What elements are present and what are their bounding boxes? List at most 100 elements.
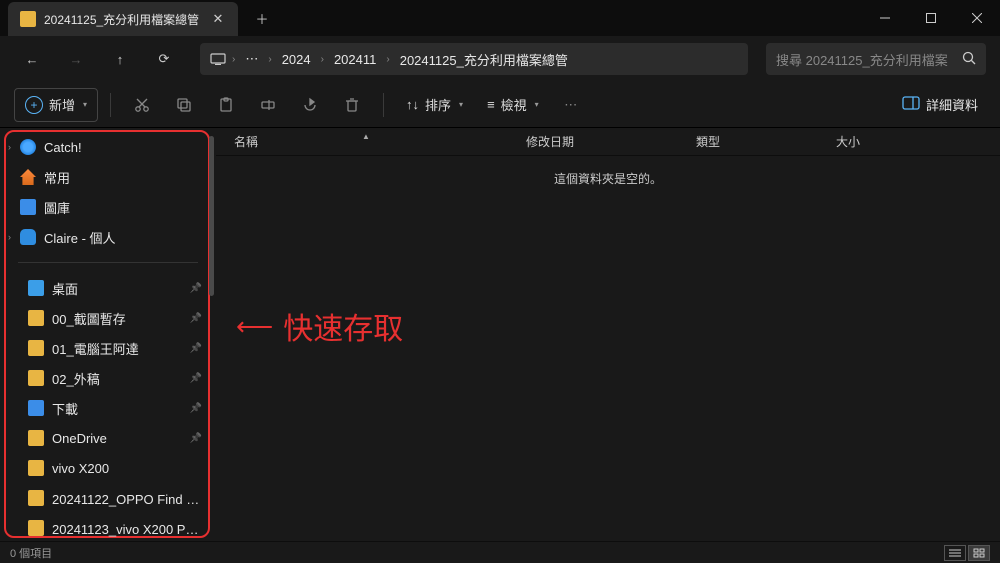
folder-icon [28, 520, 44, 536]
sidebar-item-label: 桌面 [52, 279, 182, 298]
sidebar-item[interactable]: vivo X200 [6, 453, 210, 483]
sort-label: 排序 [425, 95, 451, 114]
cut-icon[interactable] [123, 88, 161, 122]
view-icons-toggle[interactable] [968, 545, 990, 561]
chevron-right-icon: › [8, 142, 11, 152]
folder-icon [28, 310, 44, 326]
chevron-right-icon: › [8, 232, 11, 242]
plus-icon: + [25, 96, 43, 114]
details-label: 詳細資料 [926, 95, 978, 114]
gallery-icon [20, 199, 36, 215]
sidebar-item[interactable]: 常用 [6, 162, 210, 192]
close-tab-icon[interactable]: ✕ [210, 11, 226, 27]
maximize-button[interactable] [908, 0, 954, 36]
copy-icon[interactable] [165, 88, 203, 122]
sidebar-item-label: 圖庫 [44, 198, 202, 217]
sidebar-item-label: OneDrive [52, 431, 182, 446]
details-button[interactable]: 詳細資料 [894, 88, 986, 122]
new-tab-button[interactable]: ＋ [246, 2, 278, 34]
view-button[interactable]: ≡ 檢視 ▾ [477, 88, 549, 122]
chevron-right-icon: › [226, 54, 241, 65]
delete-icon[interactable] [333, 88, 371, 122]
close-button[interactable] [954, 0, 1000, 36]
sidebar: ›Catch!常用圖庫›Claire - 個人 桌面📌00_截圖暫存📌01_電腦… [0, 128, 216, 541]
breadcrumb-seg[interactable]: 2024 [278, 52, 315, 67]
view-icon: ≡ [487, 97, 495, 112]
details-pane-icon [902, 96, 920, 113]
sidebar-item-label: 常用 [44, 168, 202, 187]
desktop-icon [28, 280, 44, 296]
folder-icon [28, 370, 44, 386]
column-date[interactable]: 修改日期 [516, 133, 686, 150]
breadcrumb-more[interactable]: ⋯ [241, 51, 262, 67]
sort-asc-icon: ▲ [362, 132, 370, 141]
folder-icon [28, 460, 44, 476]
down-icon [28, 400, 44, 416]
sidebar-item-label: 00_截圖暫存 [52, 309, 182, 328]
search-input[interactable]: 搜尋 20241125_充分利用檔案 [766, 43, 986, 75]
pc-icon[interactable] [210, 53, 226, 65]
divider [383, 93, 384, 117]
refresh-button[interactable]: ⟳ [146, 41, 182, 77]
sidebar-item[interactable]: 20241123_vivo X200 Pro 長 [6, 513, 210, 541]
chevron-down-icon: ▾ [535, 100, 539, 109]
chevron-down-icon: ▾ [459, 100, 463, 109]
pin-icon: 📌 [190, 373, 202, 384]
pin-icon: 📌 [190, 403, 202, 414]
breadcrumb-seg[interactable]: 20241125_充分利用檔案總管 [396, 50, 572, 69]
sort-button[interactable]: ↑↓ 排序 ▾ [396, 88, 473, 122]
column-name[interactable]: ▲ 名稱 [216, 133, 516, 150]
sidebar-item-label: 20241122_OPPO Find X8 系 [52, 489, 202, 508]
catch-icon [20, 139, 36, 155]
folder-icon [28, 430, 44, 446]
sidebar-item[interactable]: 02_外稿 📌 [6, 363, 210, 393]
column-size[interactable]: 大小 [826, 133, 926, 150]
sidebar-item[interactable]: 20241122_OPPO Find X8 系 [6, 483, 210, 513]
arrow-left-icon: ⟵ [236, 311, 273, 342]
forward-button[interactable]: → [58, 41, 94, 77]
back-button[interactable]: ← [14, 41, 50, 77]
minimize-button[interactable] [862, 0, 908, 36]
share-icon[interactable] [291, 88, 329, 122]
divider [110, 93, 111, 117]
up-button[interactable]: ↑ [102, 41, 138, 77]
view-details-toggle[interactable] [944, 545, 966, 561]
breadcrumb[interactable]: › ⋯ › 2024 › 202411 › 20241125_充分利用檔案總管 [200, 43, 748, 75]
new-label: 新增 [49, 95, 75, 114]
tab-title: 20241125_充分利用檔案總管 [44, 11, 210, 28]
sidebar-item[interactable]: 下載 📌 [6, 393, 210, 423]
divider [18, 262, 198, 263]
sidebar-item-label: 01_電腦王阿達 [52, 339, 182, 358]
view-label: 檢視 [501, 95, 527, 114]
sidebar-item[interactable]: 01_電腦王阿達 📌 [6, 333, 210, 363]
paste-icon[interactable] [207, 88, 245, 122]
sidebar-item[interactable]: › Claire - 個人 [6, 222, 210, 252]
sidebar-item[interactable]: 圖庫 [6, 192, 210, 222]
pin-icon: 📌 [190, 313, 202, 324]
search-placeholder: 搜尋 20241125_充分利用檔案 [776, 50, 962, 69]
window-controls [862, 0, 1000, 36]
pin-icon: 📌 [190, 343, 202, 354]
more-button[interactable]: ⋯ [553, 88, 591, 122]
sidebar-item-label: 下載 [52, 399, 182, 418]
tab-active[interactable]: 20241125_充分利用檔案總管 ✕ [8, 2, 238, 36]
sidebar-item[interactable]: 桌面 📌 [6, 273, 210, 303]
sidebar-item-label: vivo X200 [52, 461, 202, 476]
sidebar-item-label: 02_外稿 [52, 369, 182, 388]
rename-icon[interactable] [249, 88, 287, 122]
column-type[interactable]: 類型 [686, 133, 826, 150]
sidebar-item-label: Claire - 個人 [44, 228, 202, 247]
annotation-callout: ⟵ 快速存取 [236, 304, 403, 348]
sidebar-item[interactable]: 00_截圖暫存 📌 [6, 303, 210, 333]
sidebar-item[interactable]: ›Catch! [6, 132, 210, 162]
home-icon [20, 169, 36, 185]
sidebar-item[interactable]: OneDrive📌 [6, 423, 210, 453]
toolbar: + 新增 ▾ ↑↓ 排序 ▾ ≡ 檢視 ▾ ⋯ 詳細資料 [0, 82, 1000, 128]
sidebar-item-label: 20241123_vivo X200 Pro 長 [52, 519, 202, 538]
pin-icon: 📌 [190, 283, 202, 294]
breadcrumb-seg[interactable]: 202411 [330, 52, 380, 67]
new-button[interactable]: + 新增 ▾ [14, 88, 98, 122]
main-area: ›Catch!常用圖庫›Claire - 個人 桌面📌00_截圖暫存📌01_電腦… [0, 128, 1000, 541]
chevron-down-icon: ▾ [83, 100, 87, 109]
navbar: ← → ↑ ⟳ › ⋯ › 2024 › 202411 › 20241125_充… [0, 36, 1000, 82]
